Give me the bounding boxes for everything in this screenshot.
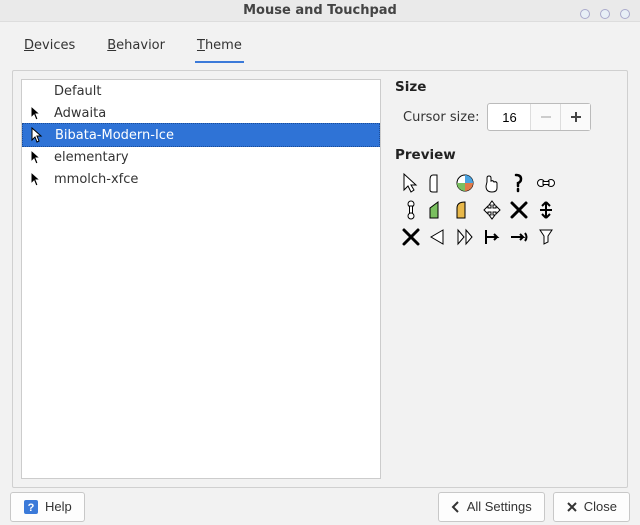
cursor-preview-icon: [534, 198, 558, 222]
minimize-icon[interactable]: [580, 9, 590, 19]
footer: ? Help All Settings Close: [0, 488, 640, 525]
theme-item[interactable]: Adwaita: [22, 102, 380, 124]
theme-item-label: Bibata-Modern-Ice: [55, 128, 174, 143]
cursor-preview-icon: [561, 225, 585, 249]
maximize-icon[interactable]: [600, 9, 610, 19]
cursor-preview-icon: [399, 225, 423, 249]
cursor-preview-icon: [534, 171, 558, 195]
cursor-preview-icon: [534, 225, 558, 249]
close-x-icon: [566, 501, 578, 513]
theme-item[interactable]: mmolch-xfce: [22, 168, 380, 190]
plus-icon: [570, 111, 582, 123]
cursor-size-increase-button[interactable]: [560, 104, 590, 130]
cursor-preview-icon: [480, 171, 504, 195]
settings-window: Mouse and Touchpad Devicesdocument.curre…: [0, 0, 640, 525]
help-button[interactable]: ? Help: [10, 492, 85, 522]
cursor-icon: [28, 149, 44, 165]
cursor-preview-icon: [399, 171, 423, 195]
chevron-left-icon: [451, 501, 461, 513]
help-button-label: Help: [45, 499, 72, 514]
cursor-preview-icon: [453, 198, 477, 222]
theme-panel: Default Adwaita Bibata-Modern-Ice elementar…: [12, 70, 628, 488]
cursor-size-decrease-button[interactable]: [530, 104, 560, 130]
svg-text:?: ?: [28, 502, 35, 514]
cursor-size-input[interactable]: [488, 104, 530, 130]
theme-item-label: Default: [54, 84, 102, 99]
help-icon: ?: [23, 499, 39, 515]
cursor-preview-icon: [399, 198, 423, 222]
side-panel: Size Cursor size: Preview: [391, 79, 619, 479]
cursor-icon: [29, 127, 45, 143]
theme-item-label: mmolch-xfce: [54, 172, 138, 187]
tab-behavior[interactable]: Behaviordocument.currentScript.previousE…: [105, 34, 167, 63]
all-settings-button[interactable]: All Settings: [438, 492, 545, 522]
cursor-preview-icon: [453, 171, 477, 195]
theme-item[interactable]: Bibata-Modern-Ice: [22, 123, 380, 147]
tab-devices[interactable]: Devicesdocument.currentScript.previousEl…: [22, 34, 77, 63]
cursor-preview-icon: [480, 198, 504, 222]
cursor-icon: [28, 105, 44, 121]
cursor-preview-icon: [507, 171, 531, 195]
minus-icon: [540, 111, 552, 123]
cursor-preview-icon: [426, 198, 450, 222]
close-button[interactable]: Close: [553, 492, 630, 522]
preview-heading: Preview: [395, 147, 615, 163]
theme-item-label: elementary: [54, 150, 129, 165]
window-controls: [580, 0, 630, 28]
theme-item-label: Adwaita: [54, 106, 106, 121]
titlebar: Mouse and Touchpad: [0, 0, 640, 22]
cursor-size-spinbox: [487, 103, 591, 131]
close-icon[interactable]: [620, 9, 630, 19]
cursor-preview-icon: [561, 171, 585, 195]
tab-theme[interactable]: Themedocument.currentScript.previousElem…: [195, 34, 244, 63]
content: Devicesdocument.currentScript.previousEl…: [0, 22, 640, 488]
close-button-label: Close: [584, 499, 617, 514]
cursor-preview-icon: [453, 225, 477, 249]
cursor-size-label: Cursor size:: [403, 110, 479, 125]
cursor-preview-icon: [480, 225, 504, 249]
tab-bar: Devicesdocument.currentScript.previousEl…: [12, 30, 628, 64]
cursor-icon: [28, 83, 44, 99]
all-settings-label: All Settings: [467, 499, 532, 514]
cursor-preview-grid: [395, 171, 615, 249]
cursor-preview-icon: [561, 198, 585, 222]
theme-item[interactable]: Default: [22, 80, 380, 102]
theme-item[interactable]: elementary: [22, 146, 380, 168]
cursor-preview-icon: [507, 225, 531, 249]
cursor-preview-icon: [426, 225, 450, 249]
size-row: Cursor size:: [395, 103, 615, 131]
cursor-preview-icon: [426, 171, 450, 195]
cursor-icon: [28, 171, 44, 187]
cursor-preview-icon: [507, 198, 531, 222]
theme-list[interactable]: Default Adwaita Bibata-Modern-Ice elementar…: [21, 79, 381, 479]
window-title: Mouse and Touchpad: [243, 3, 397, 18]
size-heading: Size: [395, 79, 615, 95]
